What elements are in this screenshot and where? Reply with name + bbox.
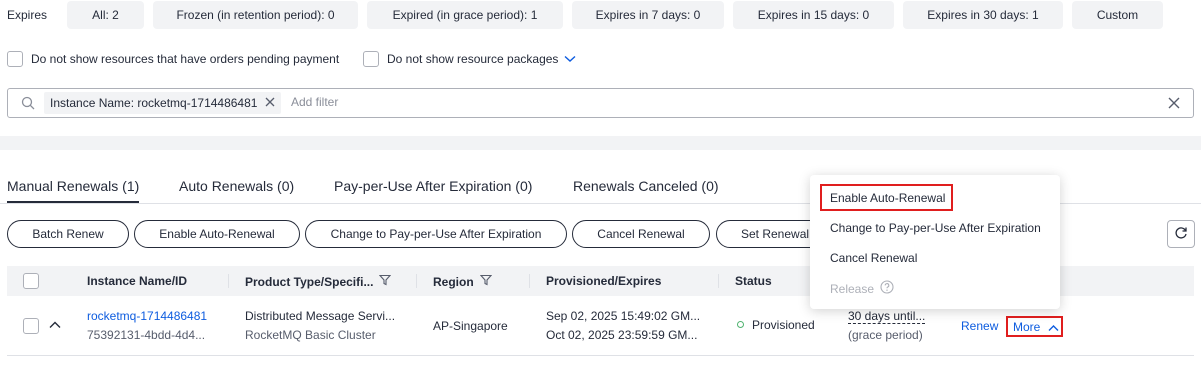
instance-id: 75392131-4bdd-4d4...	[87, 328, 206, 342]
row-checkbox[interactable]	[23, 318, 39, 334]
refresh-icon	[1174, 226, 1188, 243]
help-icon[interactable]	[880, 280, 894, 297]
chevron-down-icon[interactable]	[564, 52, 576, 66]
search-filter-tag: Instance Name: rocketmq-1714486481	[44, 92, 282, 114]
pending-payment-checkbox[interactable]	[7, 51, 23, 67]
remaining-time: 30 days until...	[848, 309, 926, 324]
close-icon[interactable]	[265, 96, 275, 110]
chevron-up-icon[interactable]	[49, 318, 61, 332]
expires-filter-bar: Expires All: 2 Frozen (in retention peri…	[0, 0, 1201, 32]
status-badge: Provisioned	[737, 318, 815, 332]
renew-link[interactable]: Renew	[961, 319, 998, 333]
section-divider	[0, 136, 1201, 150]
pending-payment-label: Do not show resources that have orders p…	[31, 52, 340, 66]
provisioned-date: Sep 02, 2025 15:49:02 GM...	[546, 309, 701, 323]
chip-7-days[interactable]: Expires in 7 days: 0	[572, 1, 724, 29]
more-actions-menu: Enable Auto-Renewal Change to Pay-per-Us…	[810, 175, 1060, 309]
enable-auto-renewal-button[interactable]: Enable Auto-Renewal	[134, 220, 300, 248]
change-to-ppu-button[interactable]: Change to Pay-per-Use After Expiration	[305, 220, 567, 248]
more-button[interactable]: More	[1006, 316, 1063, 337]
chip-all[interactable]: All: 2	[67, 1, 144, 29]
chevron-up-icon[interactable]	[1048, 321, 1059, 335]
remaining-time-label[interactable]: 30 days until...	[848, 309, 926, 324]
more-label[interactable]: More	[1013, 320, 1040, 334]
tab-pay-per-use[interactable]: Pay-per-Use After Expiration (0)	[334, 170, 532, 203]
chip-frozen[interactable]: Frozen (in retention period): 0	[153, 1, 358, 29]
batch-renew-button[interactable]: Batch Renew	[7, 220, 129, 248]
status-dot-icon	[737, 321, 744, 328]
region-value: AP-Singapore	[433, 319, 508, 333]
search-input[interactable]	[291, 95, 891, 109]
product-type: Distributed Message Servi...	[245, 309, 396, 323]
resource-packages-label: Do not show resource packages	[387, 52, 559, 66]
search-icon	[21, 96, 35, 113]
resource-packages-option[interactable]: Do not show resource packages	[363, 50, 576, 68]
chip-15-days[interactable]: Expires in 15 days: 0	[733, 1, 894, 29]
header-instance: Instance Name/ID	[87, 274, 188, 288]
tab-manual-renewals[interactable]: Manual Renewals (1)	[7, 170, 140, 203]
instance-name-link[interactable]: rocketmq-1714486481	[87, 309, 207, 323]
header-status: Status	[735, 274, 772, 288]
menu-item-cancel-renewal[interactable]: Cancel Renewal	[830, 251, 917, 265]
column-separator	[416, 274, 417, 288]
chip-custom[interactable]: Custom	[1072, 1, 1163, 29]
header-region-label: Region	[433, 274, 474, 289]
column-separator	[529, 274, 530, 288]
filter-icon[interactable]	[379, 274, 392, 289]
menu-item-release-label: Release	[830, 281, 875, 296]
select-all-checkbox[interactable]	[23, 273, 39, 289]
menu-item-change-to-ppu[interactable]: Change to Pay-per-Use After Expiration	[830, 221, 1041, 235]
refresh-button[interactable]	[1167, 220, 1195, 248]
status-label: Provisioned	[752, 318, 815, 332]
filter-icon[interactable]	[479, 274, 492, 289]
product-spec: RocketMQ Basic Cluster	[245, 328, 376, 342]
pending-payment-option[interactable]: Do not show resources that have orders p…	[7, 50, 339, 68]
clear-search-icon[interactable]	[1168, 97, 1180, 112]
header-region: Region	[433, 274, 492, 289]
chip-expired[interactable]: Expired (in grace period): 1	[367, 1, 563, 29]
header-product: Product Type/Specifi...	[245, 274, 392, 289]
chip-30-days[interactable]: Expires in 30 days: 1	[903, 1, 1063, 29]
header-product-label: Product Type/Specifi...	[245, 274, 374, 289]
expires-date: Oct 02, 2025 23:59:59 GM...	[546, 328, 698, 342]
menu-item-enable-auto-renewal[interactable]: Enable Auto-Renewal	[830, 191, 945, 205]
column-separator	[228, 274, 229, 288]
grace-period-note: (grace period)	[848, 328, 923, 342]
menu-item-release: Release	[830, 280, 894, 297]
header-provisioned: Provisioned/Expires	[546, 274, 662, 288]
search-tag-label: Instance Name: rocketmq-1714486481	[50, 96, 258, 110]
resource-packages-checkbox[interactable]	[363, 51, 379, 67]
expires-label: Expires	[7, 8, 48, 22]
search-bar[interactable]: Instance Name: rocketmq-1714486481	[7, 88, 1194, 118]
cancel-renewal-button[interactable]: Cancel Renewal	[572, 220, 710, 248]
tab-renewals-canceled[interactable]: Renewals Canceled (0)	[573, 170, 719, 203]
column-separator	[718, 274, 719, 288]
tab-auto-renewals[interactable]: Auto Renewals (0)	[179, 170, 294, 203]
